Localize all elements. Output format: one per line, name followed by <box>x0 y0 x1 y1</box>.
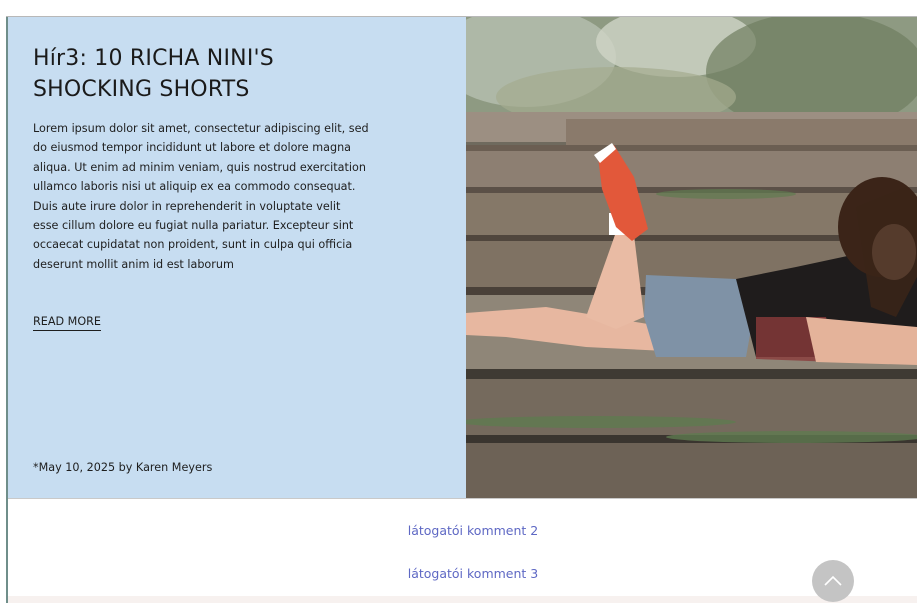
footer-band <box>8 596 917 603</box>
read-more-link[interactable]: READ MORE <box>33 315 101 331</box>
comment-links: látogatói komment 2 látogatói komment 3 <box>8 498 917 603</box>
article-excerpt: Lorem ipsum dolor sit amet, consectetur … <box>33 122 369 271</box>
article-card: Hír3: 10 RICHA NINI'S SHOCKING SHORTS Lo… <box>8 17 917 499</box>
comment-link-3[interactable]: látogatói komment 3 <box>8 566 917 581</box>
chevron-up-icon <box>824 575 842 586</box>
comment-link-2[interactable]: látogatói komment 2 <box>8 523 917 538</box>
article-photo-illustration <box>466 17 917 498</box>
article-image <box>466 17 917 498</box>
article-byline: *May 10, 2025 by Karen Meyers <box>33 461 213 474</box>
article-text-panel: Hír3: 10 RICHA NINI'S SHOCKING SHORTS Lo… <box>8 17 466 498</box>
scroll-to-top-button[interactable] <box>812 560 854 602</box>
article-title: Hír3: 10 RICHA NINI'S SHOCKING SHORTS <box>33 46 274 102</box>
